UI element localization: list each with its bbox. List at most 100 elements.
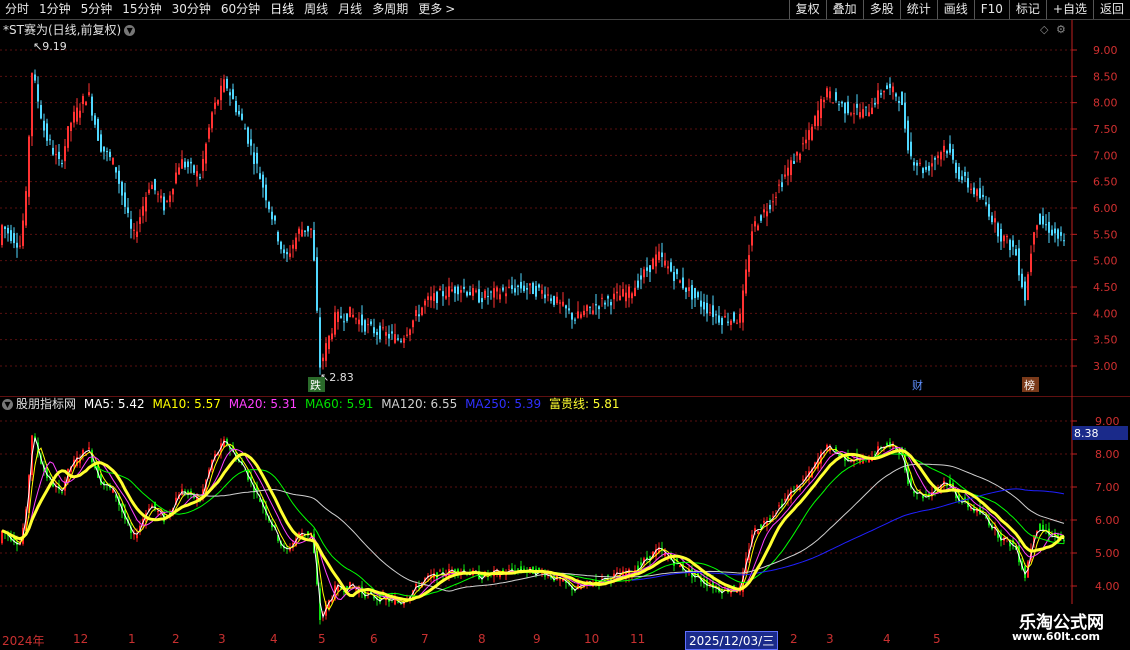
draw-line-button[interactable]: 画线 [936,0,974,19]
bang-marker[interactable]: 榜 [1024,378,1035,392]
candle-body [694,288,696,299]
candle-body [691,285,693,300]
candle-body [733,312,735,322]
candle-body [697,292,699,298]
statistics-button[interactable]: 统计 [899,0,937,19]
tab-15min[interactable]: 15分钟 [117,0,166,19]
candle-body [412,320,414,328]
sub-candle-body [1039,523,1041,531]
sub-candles [1,433,1065,625]
candle-body [10,230,12,241]
candle-body [901,91,903,105]
candle-body [232,89,234,100]
overlay-button[interactable]: 叠加 [825,0,863,19]
fuquan-button[interactable]: 复权 [788,0,826,19]
back-button[interactable]: 返回 [1092,0,1130,19]
ma-indicator-chart[interactable]: 9.008.007.006.005.004.00 8.38 [0,396,1130,630]
date-label: 2 [790,632,798,646]
candle-body [928,165,930,171]
candle-body [367,324,369,326]
candle-body [274,215,276,221]
candle-body [37,84,39,102]
candle-body [856,103,858,108]
candle-body [766,211,768,217]
candle-body [382,327,384,329]
sub-candle-body [136,534,138,539]
candle-body [169,195,171,202]
tab-60min[interactable]: 60分钟 [216,0,265,19]
sub-candle-body [886,443,888,446]
main-ytick-label: 5.00 [1093,255,1118,268]
candle-body [1033,232,1035,245]
candle-body [784,174,786,177]
candle-body [661,252,663,258]
date-label: 11 [630,632,646,646]
candle-body [721,318,723,326]
candle-body [481,298,483,303]
die-marker[interactable]: 跌 [310,378,321,392]
candle-body [19,245,21,247]
sub-candle-body [517,568,519,570]
candle-body [1030,253,1032,273]
candle-body [658,251,660,261]
cai-marker[interactable]: 财 [912,378,923,392]
candle-body [850,113,852,115]
candle-body [103,146,105,152]
tab-more[interactable]: 更多 > [413,0,460,19]
candle-body [244,128,246,130]
tab-multi-period[interactable]: 多周期 [367,0,413,19]
candle-body [301,229,303,237]
tab-1min[interactable]: 1分钟 [34,0,76,19]
settings-icon[interactable]: ⚙ [1056,23,1066,36]
candle-body [79,110,81,118]
multi-stock-button[interactable]: 多股 [862,0,900,19]
candle-body [121,181,123,196]
tab-30min[interactable]: 30分钟 [167,0,216,19]
candle-body [904,102,906,129]
candlestick-chart[interactable]: 9.00 8.50 8.00 7.50 7.00 6.50 6.00 5.50 5.00 4.50… [0,20,1130,396]
candle-body [451,289,453,292]
candle-body [265,184,267,201]
candle-body [958,166,960,180]
candle-body [136,231,138,237]
main-ytick-label: 9.00 [1093,44,1118,57]
candle-body [235,101,237,113]
candle-body [754,221,756,227]
candle-body [595,304,597,306]
candle-body [259,173,261,179]
candle-body [409,329,411,335]
candle-body [397,338,399,340]
candle-body [1027,274,1029,301]
candle-body [943,145,945,152]
tab-fenshi[interactable]: 分时 [0,0,34,19]
candle-body [1009,239,1011,251]
date-label: 2024年 [2,634,45,648]
candle-body [610,301,612,306]
candle-body [241,113,243,120]
candle-body [514,288,516,293]
mark-button[interactable]: 标记 [1008,0,1046,19]
sub-candle-body [757,530,759,534]
tab-monthly[interactable]: 月线 [333,0,367,19]
diamond-icon[interactable]: ◇ [1040,23,1049,36]
candle-body [22,220,24,246]
candle-body [637,280,639,288]
tab-5min[interactable]: 5分钟 [76,0,118,19]
tab-daily[interactable]: 日线 [265,0,299,19]
main-ytick-label: 7.50 [1093,123,1118,136]
candle-body [1048,221,1050,233]
price-tag: 8.38 [1074,427,1099,440]
candle-body [886,85,888,90]
add-watchlist-button[interactable]: +自选 [1045,0,1093,19]
candle-body [151,184,153,190]
candle-body [517,285,519,288]
candle-body [553,295,555,305]
candle-body [91,96,93,116]
tab-weekly[interactable]: 周线 [299,0,333,19]
candle-body [526,287,528,290]
sub-candle-body [778,505,780,507]
f10-button[interactable]: F10 [973,0,1009,19]
sub-ytick-label: 7.00 [1095,481,1120,494]
candle-body [292,244,294,249]
candle-body [535,285,537,297]
